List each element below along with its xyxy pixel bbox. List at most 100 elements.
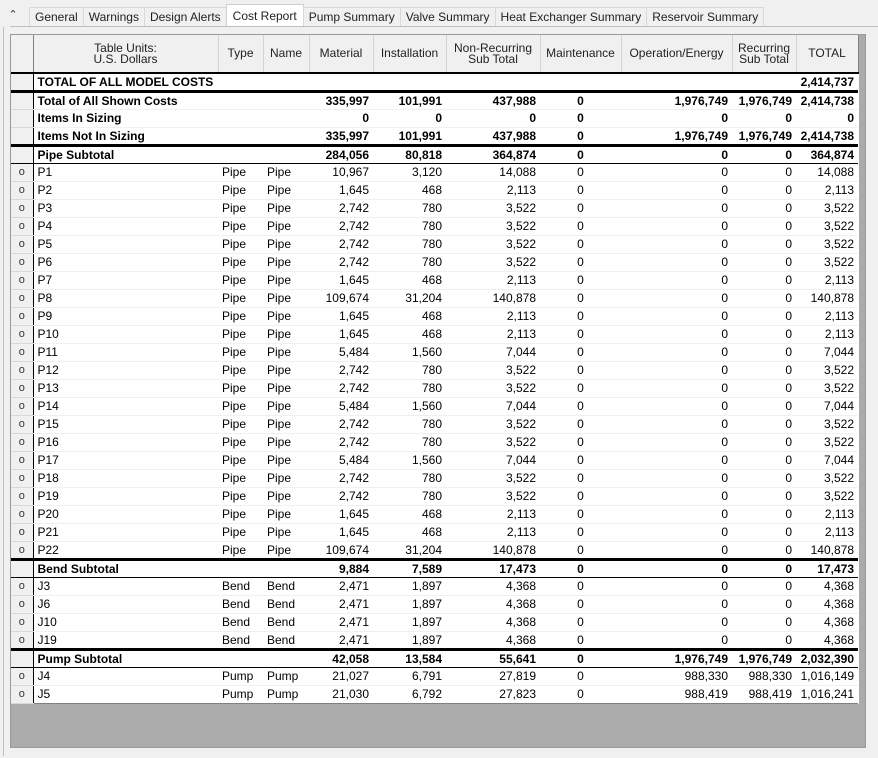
- table-row[interactable]: o P4 Pipe Pipe 2,742 780 3,522 0 0 0 3,522: [11, 217, 858, 236]
- row-marker[interactable]: o: [11, 235, 34, 254]
- header-nonrecurring-subtotal[interactable]: Non-Recurring Sub Total: [446, 35, 541, 74]
- row-marker[interactable]: o: [11, 415, 34, 434]
- tab-cost-report[interactable]: Cost Report: [225, 4, 304, 26]
- row-selector[interactable]: [11, 647, 34, 668]
- table-row[interactable]: o P9 Pipe Pipe 1,645 468 2,113 0 0 0 2,113: [11, 307, 858, 326]
- tab-design-alerts[interactable]: Design Alerts: [143, 7, 227, 26]
- row-marker[interactable]: o: [11, 397, 34, 416]
- row-marker[interactable]: o: [11, 379, 34, 398]
- table-row[interactable]: o P17 Pipe Pipe 5,484 1,560 7,044 0 0 0 7,044: [11, 451, 858, 470]
- row-marker[interactable]: o: [11, 595, 34, 614]
- recurring-subtotal-cell: 0: [732, 143, 796, 164]
- row-marker[interactable]: o: [11, 631, 34, 650]
- tab-pump-summary[interactable]: Pump Summary: [302, 7, 401, 26]
- row-marker[interactable]: o: [11, 487, 34, 506]
- double-chevron-up-icon[interactable]: ⌃: [6, 8, 20, 22]
- table-row[interactable]: o P20 Pipe Pipe 1,645 468 2,113 0 0 0 2,113: [11, 505, 858, 524]
- header-name[interactable]: Name: [263, 35, 310, 74]
- header-maintenance[interactable]: Maintenance: [540, 35, 622, 74]
- row-marker[interactable]: o: [11, 343, 34, 362]
- item-id-cell: P19: [33, 487, 218, 506]
- table-row[interactable]: o P13 Pipe Pipe 2,742 780 3,522 0 0 0 3,522: [11, 379, 858, 398]
- maintenance-cell: 0: [540, 307, 621, 326]
- tab-valve-summary[interactable]: Valve Summary: [399, 7, 496, 26]
- row-selector[interactable]: [11, 127, 34, 146]
- header-type[interactable]: Type: [218, 35, 264, 74]
- maintenance-cell: 0: [540, 199, 621, 218]
- corner-header[interactable]: [11, 35, 34, 74]
- recurring-subtotal-cell: 0: [732, 289, 796, 308]
- row-marker[interactable]: o: [11, 469, 34, 488]
- row-marker[interactable]: o: [11, 181, 34, 200]
- name-cell: Pipe: [263, 199, 309, 218]
- total-cell: 2,113: [796, 271, 858, 290]
- row-marker[interactable]: o: [11, 325, 34, 344]
- table-row[interactable]: o J3 Bend Bend 2,471 1,897 4,368 0 0 0 4,368: [11, 577, 858, 596]
- row-selector[interactable]: [11, 73, 34, 93]
- table-row[interactable]: o P3 Pipe Pipe 2,742 780 3,522 0 0 0 3,522: [11, 199, 858, 218]
- row-marker[interactable]: o: [11, 577, 34, 596]
- type-cell: Pipe: [218, 523, 263, 542]
- table-row[interactable]: o P11 Pipe Pipe 5,484 1,560 7,044 0 0 0 7,044: [11, 343, 858, 362]
- row-marker[interactable]: o: [11, 253, 34, 272]
- row-marker[interactable]: o: [11, 667, 34, 686]
- table-row[interactable]: o J6 Bend Bend 2,471 1,897 4,368 0 0 0 4,368: [11, 595, 858, 614]
- table-row[interactable]: o J5 Pump Pump 21,030 6,792 27,823 0 988,419 988,…: [11, 685, 858, 704]
- row-marker[interactable]: o: [11, 541, 34, 560]
- row-selector[interactable]: [11, 109, 34, 128]
- table-row[interactable]: o P21 Pipe Pipe 1,645 468 2,113 0 0 0 2,113: [11, 523, 858, 542]
- table-row[interactable]: o P6 Pipe Pipe 2,742 780 3,522 0 0 0 3,522: [11, 253, 858, 272]
- tab-general[interactable]: General: [29, 7, 84, 26]
- table-row[interactable]: o P19 Pipe Pipe 2,742 780 3,522 0 0 0 3,522: [11, 487, 858, 506]
- table-row[interactable]: o J4 Pump Pump 21,027 6,791 27,819 0 988,330 988,…: [11, 667, 858, 686]
- row-marker[interactable]: o: [11, 685, 34, 704]
- operation-energy-cell: 0: [621, 143, 732, 164]
- operation-energy-cell: 0: [621, 487, 732, 506]
- header-total[interactable]: TOTAL: [796, 35, 859, 74]
- nonrecurring-subtotal-cell: 2,113: [446, 505, 540, 524]
- table-row[interactable]: o P16 Pipe Pipe 2,742 780 3,522 0 0 0 3,522: [11, 433, 858, 452]
- table-row[interactable]: o P7 Pipe Pipe 1,645 468 2,113 0 0 0 2,113: [11, 271, 858, 290]
- tab-reservoir-summary[interactable]: Reservoir Summary: [646, 7, 765, 26]
- item-id-cell: P15: [33, 415, 218, 434]
- row-marker[interactable]: o: [11, 523, 34, 542]
- item-id-cell: P14: [33, 397, 218, 416]
- table-row[interactable]: o P10 Pipe Pipe 1,645 468 2,113 0 0 0 2,113: [11, 325, 858, 344]
- row-marker[interactable]: o: [11, 271, 34, 290]
- table-row[interactable]: o J19 Bend Bend 2,471 1,897 4,368 0 0 0 4,368: [11, 631, 858, 650]
- row-marker[interactable]: o: [11, 361, 34, 380]
- row-marker[interactable]: o: [11, 307, 34, 326]
- table-row[interactable]: o P1 Pipe Pipe 10,967 3,120 14,088 0 0 0 14,088: [11, 163, 858, 182]
- table-row[interactable]: o P15 Pipe Pipe 2,742 780 3,522 0 0 0 3,522: [11, 415, 858, 434]
- total-cell: 7,044: [796, 397, 858, 416]
- maintenance-cell: 0: [540, 541, 621, 560]
- tab-heat-exchanger-summary[interactable]: Heat Exchanger Summary: [494, 7, 648, 26]
- table-row[interactable]: o P2 Pipe Pipe 1,645 468 2,113 0 0 0 2,113: [11, 181, 858, 200]
- row-marker[interactable]: o: [11, 613, 34, 632]
- tab-warnings[interactable]: Warnings: [82, 7, 145, 26]
- row-marker[interactable]: o: [11, 433, 34, 452]
- row-marker[interactable]: o: [11, 217, 34, 236]
- header-installation[interactable]: Installation: [373, 35, 447, 74]
- operation-energy-cell: 0: [621, 289, 732, 308]
- table-row[interactable]: o P14 Pipe Pipe 5,484 1,560 7,044 0 0 0 7,044: [11, 397, 858, 416]
- table-row[interactable]: o P18 Pipe Pipe 2,742 780 3,522 0 0 0 3,522: [11, 469, 858, 488]
- table-row[interactable]: o P12 Pipe Pipe 2,742 780 3,522 0 0 0 3,522: [11, 361, 858, 380]
- row-selector[interactable]: [11, 143, 34, 164]
- total-cell: 140,878: [796, 289, 858, 308]
- row-selector[interactable]: [11, 91, 34, 110]
- row-marker[interactable]: o: [11, 163, 34, 182]
- row-marker[interactable]: o: [11, 505, 34, 524]
- table-row[interactable]: o P22 Pipe Pipe 109,674 31,204 140,878 0 0 0 140,8…: [11, 541, 858, 560]
- row-marker[interactable]: o: [11, 451, 34, 470]
- header-recurring-subtotal[interactable]: Recurring Sub Total: [732, 35, 797, 74]
- header-material[interactable]: Material: [309, 35, 374, 74]
- row-marker[interactable]: o: [11, 199, 34, 218]
- row-selector[interactable]: [11, 557, 34, 578]
- table-row[interactable]: o J10 Bend Bend 2,471 1,897 4,368 0 0 0 4,368: [11, 613, 858, 632]
- header-operation-energy[interactable]: Operation/Energy: [621, 35, 733, 74]
- nonrecurring-subtotal-cell: 2,113: [446, 523, 540, 542]
- table-row[interactable]: o P8 Pipe Pipe 109,674 31,204 140,878 0 0 0 140,87…: [11, 289, 858, 308]
- table-row[interactable]: o P5 Pipe Pipe 2,742 780 3,522 0 0 0 3,522: [11, 235, 858, 254]
- row-marker[interactable]: o: [11, 289, 34, 308]
